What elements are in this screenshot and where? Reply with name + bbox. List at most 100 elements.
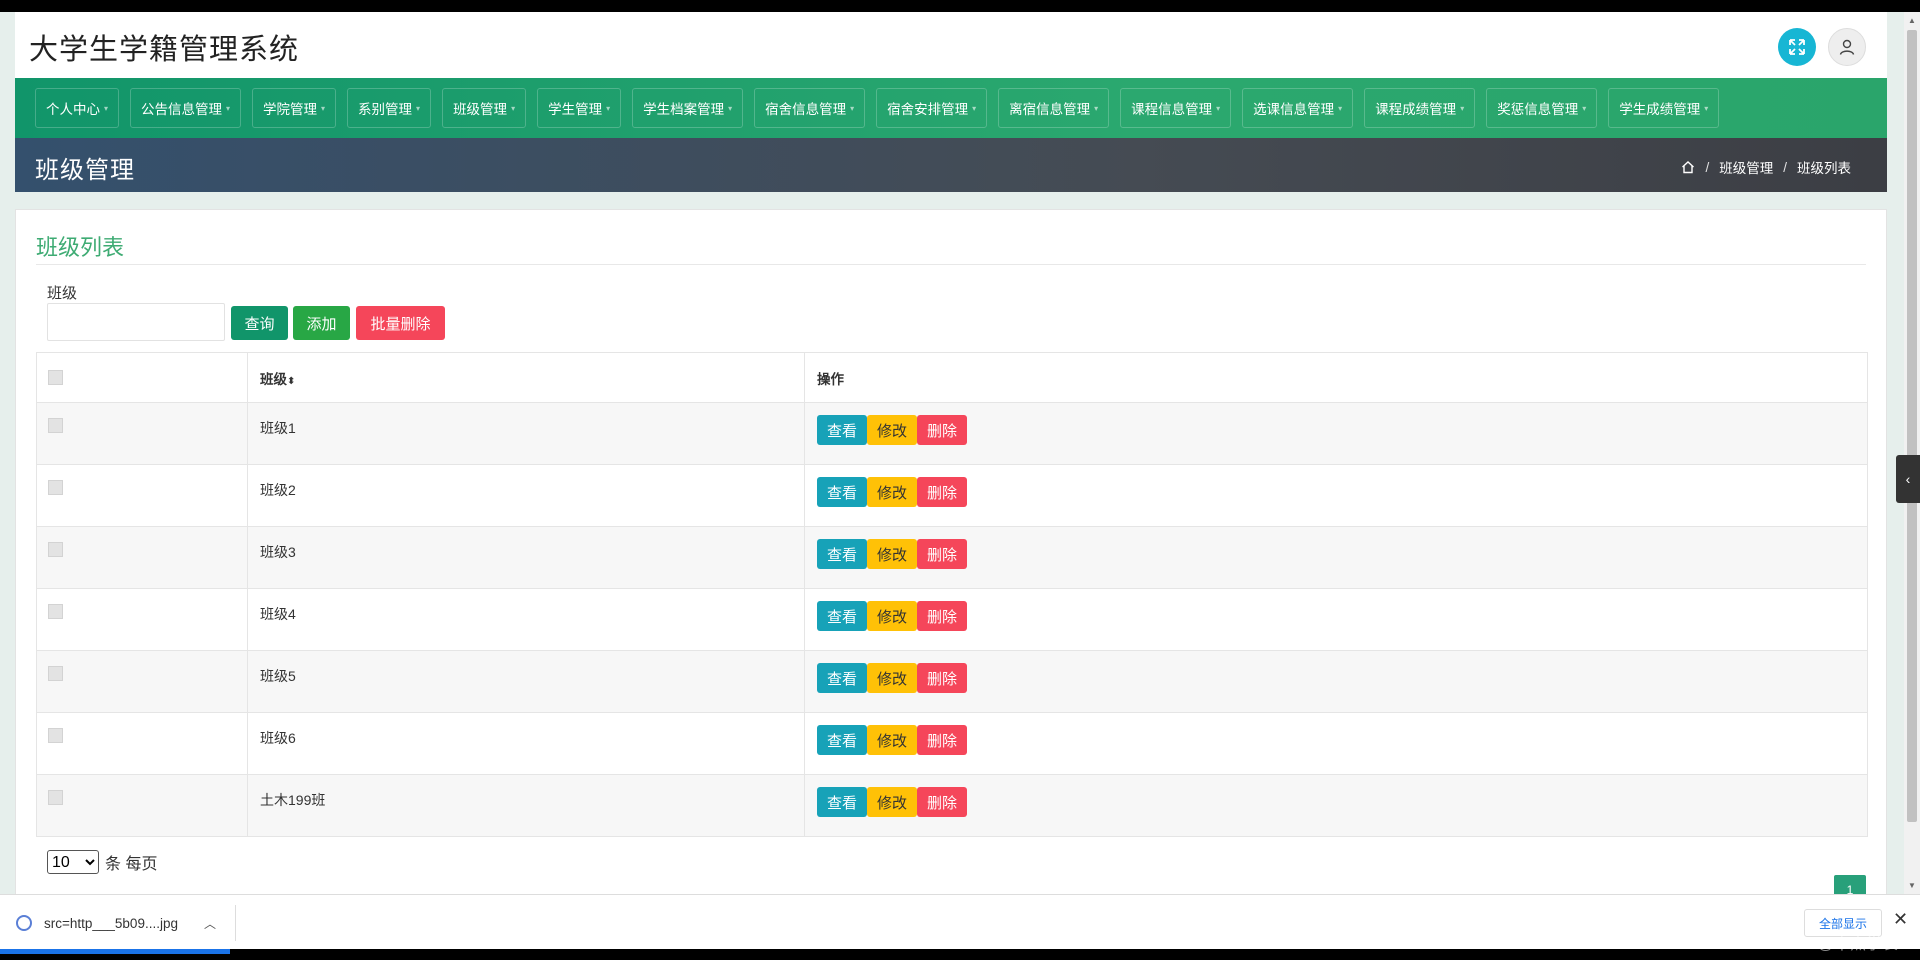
nav-item-label: 课程成绩管理 xyxy=(1375,102,1457,117)
scroll-down-icon[interactable]: ▼ xyxy=(1908,881,1916,890)
edit-button[interactable]: 修改 xyxy=(867,663,917,693)
view-button[interactable]: 查看 xyxy=(817,415,867,445)
caret-down-icon: ▾ xyxy=(1216,103,1221,113)
caret-down-icon: ▾ xyxy=(1094,103,1099,113)
edit-button[interactable]: 修改 xyxy=(867,725,917,755)
view-button[interactable]: 查看 xyxy=(817,539,867,569)
expand-icon xyxy=(1789,39,1805,55)
select-all-checkbox[interactable] xyxy=(48,369,63,385)
delete-button[interactable]: 删除 xyxy=(917,539,967,569)
nav-item[interactable]: 班级管理 ▾ xyxy=(442,88,527,128)
batch-delete-button[interactable]: 批量删除 xyxy=(356,306,445,340)
caret-down-icon: ▾ xyxy=(321,103,326,113)
page-scrollbar[interactable]: ▲ ▼ xyxy=(1904,12,1920,894)
nav-item[interactable]: 宿舍安排管理 ▾ xyxy=(876,88,988,128)
row-checkbox[interactable] xyxy=(48,790,63,805)
class-name-cell: 班级6 xyxy=(247,712,805,775)
breadcrumb-item[interactable]: 班级管理 xyxy=(1719,157,1773,177)
caret-down-icon: ▾ xyxy=(226,103,231,113)
nav-item[interactable]: 系别管理 ▾ xyxy=(347,88,432,128)
caret-down-icon: ▾ xyxy=(1338,103,1343,113)
side-panel-toggle[interactable]: ‹ xyxy=(1896,455,1920,503)
delete-button[interactable]: 删除 xyxy=(917,663,967,693)
nav-item-label: 宿舍安排管理 xyxy=(887,102,969,117)
watermark: CSDN @卓杰学长 xyxy=(1767,936,1898,953)
row-checkbox[interactable] xyxy=(48,542,63,557)
class-filter-input[interactable] xyxy=(47,303,225,341)
row-checkbox[interactable] xyxy=(48,604,63,619)
row-checkbox[interactable] xyxy=(48,728,63,743)
page-size-select[interactable]: 10 xyxy=(47,850,99,874)
row-actions: 查看 修改 删除 xyxy=(817,787,1867,817)
row-select-cell xyxy=(36,464,248,527)
table-row: 班级1 查看 修改 删除 xyxy=(36,402,1868,465)
chevron-up-icon[interactable]: ︿ xyxy=(204,915,216,932)
download-file-name: src=http___5b09....jpg xyxy=(44,915,178,931)
edit-button[interactable]: 修改 xyxy=(867,415,917,445)
app-header: 大学生学籍管理系统 xyxy=(15,12,1887,78)
close-icon[interactable]: ✕ xyxy=(1893,909,1908,930)
class-name-cell: 土木199班 xyxy=(247,774,805,837)
nav-item[interactable]: 离宿信息管理 ▾ xyxy=(998,88,1110,128)
edit-button[interactable]: 修改 xyxy=(867,787,917,817)
nav-item[interactable]: 课程成绩管理 ▾ xyxy=(1364,88,1476,128)
nav-item[interactable]: 学生成绩管理 ▾ xyxy=(1608,88,1720,128)
nav-item[interactable]: 学生档案管理 ▾ xyxy=(632,88,744,128)
nav-item-label: 班级管理 xyxy=(453,102,508,117)
delete-button[interactable]: 删除 xyxy=(917,477,967,507)
edit-button[interactable]: 修改 xyxy=(867,477,917,507)
breadcrumb-separator: / xyxy=(1705,159,1710,175)
nav-item[interactable]: 课程信息管理 ▾ xyxy=(1120,88,1232,128)
actions-cell: 查看 修改 删除 xyxy=(804,464,1868,527)
nav-item-label: 学生成绩管理 xyxy=(1619,102,1701,117)
select-all-cell xyxy=(36,352,248,403)
query-button[interactable]: 查询 xyxy=(231,306,288,340)
class-table: 班级⬍ 操作 班级1 查看 修改 删除 班级2 查看 修改 删除 班级3 查看 … xyxy=(36,352,1868,837)
nav-item-label: 课程信息管理 xyxy=(1131,102,1213,117)
nav-item-label: 学院管理 xyxy=(263,102,318,117)
caret-down-icon: ▾ xyxy=(1704,103,1709,113)
row-checkbox[interactable] xyxy=(48,418,63,433)
nav-item-label: 公告信息管理 xyxy=(141,102,223,117)
column-header-class[interactable]: 班级⬍ xyxy=(247,352,805,403)
view-button[interactable]: 查看 xyxy=(817,787,867,817)
row-checkbox[interactable] xyxy=(48,666,63,681)
nav-item[interactable]: 公告信息管理 ▾ xyxy=(130,88,242,128)
view-button[interactable]: 查看 xyxy=(817,725,867,755)
edit-button[interactable]: 修改 xyxy=(867,539,917,569)
app-title: 大学生学籍管理系统 xyxy=(29,34,300,66)
row-actions: 查看 修改 删除 xyxy=(817,601,1867,631)
view-button[interactable]: 查看 xyxy=(817,601,867,631)
add-button[interactable]: 添加 xyxy=(293,306,350,340)
nav-item[interactable]: 宿舍信息管理 ▾ xyxy=(754,88,866,128)
nav-item[interactable]: 学生管理 ▾ xyxy=(537,88,622,128)
row-actions: 查看 修改 删除 xyxy=(817,539,1867,569)
scroll-up-icon[interactable]: ▲ xyxy=(1908,16,1916,25)
scroll-thumb[interactable] xyxy=(1907,30,1917,822)
edit-button[interactable]: 修改 xyxy=(867,601,917,631)
delete-button[interactable]: 删除 xyxy=(917,787,967,817)
view-button[interactable]: 查看 xyxy=(817,663,867,693)
nav-item[interactable]: 个人中心 ▾ xyxy=(35,88,120,128)
delete-button[interactable]: 删除 xyxy=(917,725,967,755)
view-button[interactable]: 查看 xyxy=(817,477,867,507)
download-item[interactable]: src=http___5b09....jpg ︿ xyxy=(16,905,236,941)
fullscreen-button[interactable] xyxy=(1778,28,1816,66)
row-actions: 查看 修改 删除 xyxy=(817,415,1867,445)
delete-button[interactable]: 删除 xyxy=(917,415,967,445)
download-progress xyxy=(0,949,230,954)
user-menu-button[interactable] xyxy=(1828,28,1866,66)
list-card: 班级列表 班级 查询 添加 批量删除 班级⬍ 操作 班级1 查看 修改 删除 班… xyxy=(15,209,1887,894)
column-header-label: 班级 xyxy=(260,371,287,387)
nav-item[interactable]: 学院管理 ▾ xyxy=(252,88,337,128)
caret-down-icon: ▾ xyxy=(104,103,109,113)
actions-cell: 查看 修改 删除 xyxy=(804,774,1868,837)
nav-item[interactable]: 奖惩信息管理 ▾ xyxy=(1486,88,1598,128)
delete-button[interactable]: 删除 xyxy=(917,601,967,631)
pagination-size: 10 条 每页 xyxy=(47,850,157,874)
current-page-button[interactable]: 1 xyxy=(1834,875,1866,894)
row-actions: 查看 修改 删除 xyxy=(817,663,1867,693)
row-checkbox[interactable] xyxy=(48,480,63,495)
home-icon[interactable] xyxy=(1681,160,1695,174)
nav-item[interactable]: 选课信息管理 ▾ xyxy=(1242,88,1354,128)
